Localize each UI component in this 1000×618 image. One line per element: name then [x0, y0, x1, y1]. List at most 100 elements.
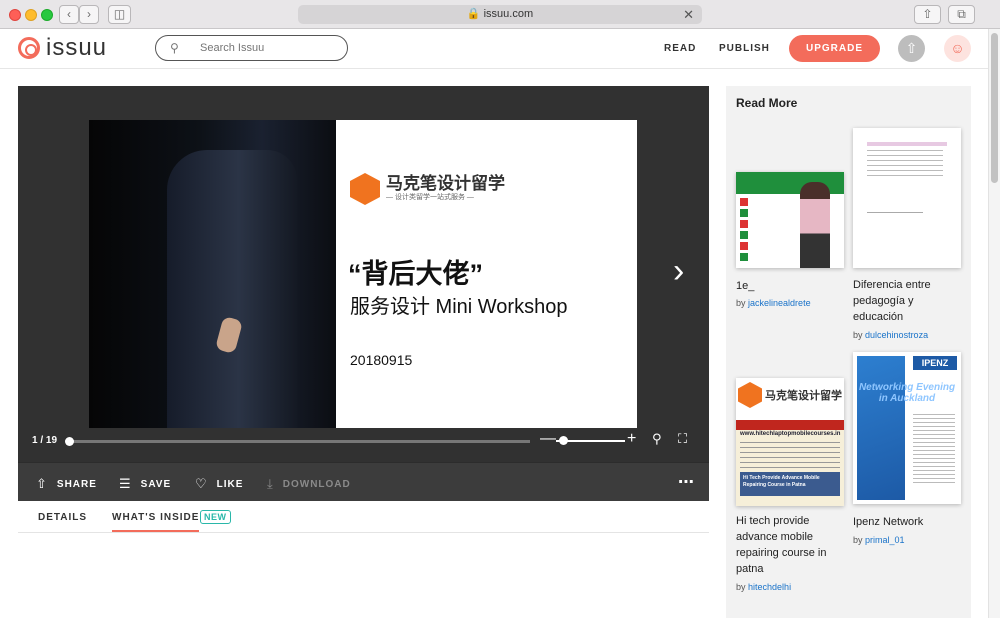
card-author[interactable]: by jackelinealdrete [736, 298, 811, 308]
save-button[interactable]: ☰ SAVE [119, 476, 171, 492]
thumb-brand-title: 马克笔设计留学 [765, 390, 842, 402]
tab-content-area [18, 533, 709, 618]
progress-knob[interactable] [65, 437, 74, 446]
lock-icon: 🔒 [466, 8, 481, 20]
zoom-window-button[interactable] [41, 9, 53, 21]
search-icon: ⚲ [170, 41, 179, 55]
back-button[interactable]: ‹ [59, 5, 79, 24]
card-author[interactable]: by primal_01 [853, 535, 905, 545]
share-icon: ⇧ [36, 476, 48, 491]
zoom-out-icon[interactable]: — [540, 431, 556, 447]
download-label: DOWNLOAD [282, 478, 351, 490]
nav-read[interactable]: READ [664, 43, 696, 54]
heart-icon: ♡ [195, 476, 208, 491]
download-icon: ⤓ [267, 476, 274, 491]
info-tabs: DETAILS WHAT'S INSIDE NEW [18, 501, 709, 533]
page-counter: 1 / 19 [32, 435, 58, 446]
page-scrollbar[interactable] [988, 29, 1000, 618]
tab-whats-inside[interactable]: WHAT'S INSIDE [112, 512, 200, 532]
thumb-brand: 马克笔设计留学 [738, 382, 842, 408]
user-avatar-icon[interactable]: ☺ [944, 35, 971, 62]
minimize-window-button[interactable] [25, 9, 37, 21]
new-badge-wrap: NEW [196, 510, 231, 524]
share-browser-icon[interactable]: ⇧ [914, 5, 941, 24]
card-title[interactable]: 1e_ [736, 278, 848, 294]
card-title[interactable]: Diferencia entre pedagogía y educación [853, 277, 965, 325]
stop-loading-icon[interactable]: ✕ [683, 5, 694, 24]
new-badge: NEW [200, 510, 231, 524]
share-button[interactable]: ⇧ SHARE [36, 476, 97, 492]
search-input[interactable] [200, 40, 340, 56]
sidebar-toggle-icon[interactable]: ◫ [108, 5, 131, 24]
card-thumbnail[interactable]: Networking Evening in Auckland IPENZ [853, 352, 961, 504]
thumb-logo: IPENZ [913, 356, 957, 370]
thumb-ad-header [736, 420, 844, 430]
share-label: SHARE [56, 478, 97, 490]
tab-whats-inside-label: WHAT'S INSIDE [112, 512, 200, 523]
site-header: issuu ⚲ READ PUBLISH UPGRADE ⇧ ☺ [0, 29, 988, 69]
tab-details[interactable]: DETAILS [38, 512, 87, 523]
author-link[interactable]: hitechdelhi [748, 582, 791, 592]
tabs-overview-icon[interactable]: ⧉ [948, 5, 975, 24]
by-label: by [736, 582, 746, 592]
save-icon: ☰ [119, 476, 132, 491]
page-progress-slider[interactable] [65, 437, 530, 446]
card-thumbnail[interactable] [736, 172, 844, 268]
thumb-ad-url: www.hitechlaptopmobilecourses.in [740, 431, 841, 437]
by-label: by [853, 330, 863, 340]
slide-brand: 马克笔设计留学 — 设计类留学一站式服务 — [350, 173, 505, 205]
scrollbar-thumb[interactable] [991, 33, 998, 183]
upload-icon[interactable]: ⇧ [898, 35, 925, 62]
photo-figure [167, 150, 297, 428]
save-label: SAVE [140, 478, 172, 490]
thumb-text-lines [913, 414, 955, 486]
author-link[interactable]: primal_01 [865, 535, 905, 545]
author-link[interactable]: jackelinealdrete [748, 298, 811, 308]
thumb-blue-panel [857, 356, 905, 500]
thumb-line [867, 142, 947, 146]
search-box[interactable]: ⚲ [155, 35, 348, 61]
thumb-ad: www.hitechlaptopmobilecourses.in Hi Tech… [736, 420, 844, 506]
fullscreen-icon[interactable]: ⛶ [678, 431, 687, 447]
card-thumbnail[interactable] [853, 128, 961, 268]
thumb-event-text: Networking Evening in Auckland [858, 382, 956, 404]
like-label: LIKE [216, 478, 244, 490]
address-bar[interactable]: 🔒 issuu.com ✕ [298, 5, 702, 24]
brand-hexagon-icon [350, 173, 380, 205]
zoom-in-icon[interactable]: + [627, 431, 636, 447]
zoom-knob[interactable] [559, 436, 568, 445]
issuu-logo[interactable]: issuu [18, 34, 108, 61]
author-link[interactable]: dulcehinostroza [865, 330, 928, 340]
card-title[interactable]: Ipenz Network [853, 514, 965, 530]
nav-publish[interactable]: PUBLISH [719, 43, 770, 54]
logo-text: issuu [46, 34, 108, 61]
slide-brand-title: 马克笔设计留学 [386, 174, 505, 193]
like-button[interactable]: ♡ LIKE [195, 476, 243, 492]
more-options-icon[interactable]: ⋯ [678, 472, 694, 492]
thumb-brand-hexagon-icon [738, 382, 762, 408]
by-label: by [736, 298, 746, 308]
by-label: by [853, 535, 863, 545]
slide-photo [89, 120, 336, 428]
document-page: 马克笔设计留学 — 设计类留学一站式服务 — “背后大佬” 服务设计 Mini … [89, 120, 637, 428]
thumb-person [800, 182, 830, 268]
thumb-ad-text [740, 442, 840, 468]
document-viewer[interactable]: 马克笔设计留学 — 设计类留学一站式服务 — “背后大佬” 服务设计 Mini … [18, 86, 709, 462]
magnify-icon[interactable]: ⚲ [652, 431, 662, 447]
upgrade-button[interactable]: UPGRADE [789, 35, 880, 62]
zoom-slider[interactable] [556, 436, 625, 445]
action-toolbar: ⇧ SHARE ☰ SAVE ♡ LIKE ⤓ DOWNLOAD ⋯ [18, 462, 709, 501]
card-author[interactable]: by dulcehinostroza [853, 330, 928, 340]
slide-content: 马克笔设计留学 — 设计类留学一站式服务 — “背后大佬” 服务设计 Mini … [336, 120, 637, 428]
issuu-logo-icon [18, 37, 40, 59]
read-more-panel: Read More 1e_ by jackelinealdrete Difere… [726, 86, 971, 618]
slide-brand-sub: — 设计类留学一站式服务 — [386, 194, 474, 201]
card-thumbnail[interactable]: 马克笔设计留学 www.hitechlaptopmobilecourses.in… [736, 378, 844, 506]
forward-button[interactable]: › [79, 5, 99, 24]
card-author[interactable]: by hitechdelhi [736, 582, 791, 592]
download-button[interactable]: ⤓ DOWNLOAD [267, 476, 351, 492]
close-window-button[interactable] [9, 9, 21, 21]
card-title[interactable]: Hi tech provide advance mobile repairing… [736, 513, 848, 577]
slide-date: 20180915 [350, 352, 413, 368]
next-page-chevron-icon[interactable]: › [673, 254, 684, 288]
